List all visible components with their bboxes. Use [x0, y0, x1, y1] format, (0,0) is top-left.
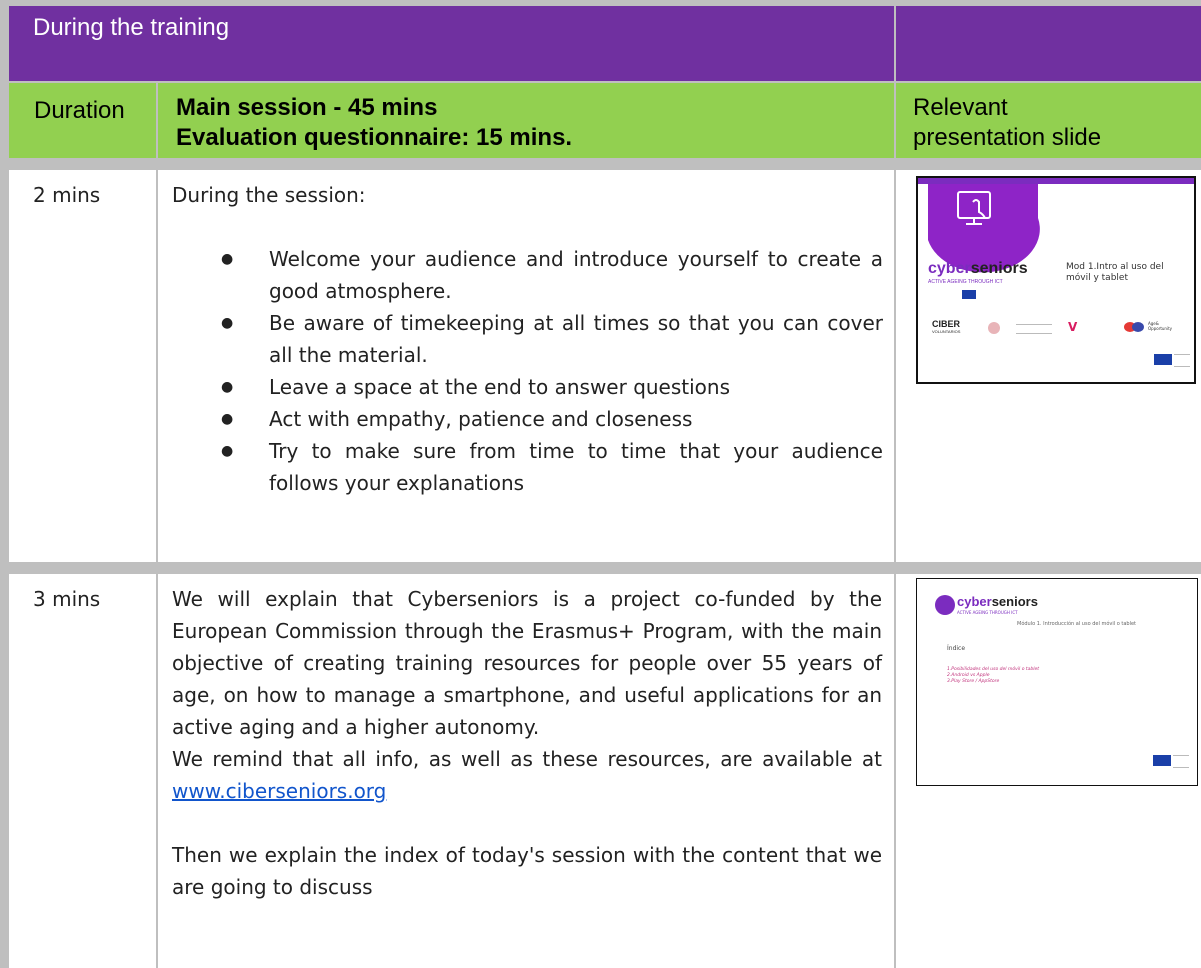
row-content: During the session: Welcome your audienc…: [158, 172, 894, 562]
partner-logo-icon: [988, 322, 1000, 334]
slide-2-index-title: Índice: [947, 645, 966, 652]
slide-thumbnail-2: cyberseniors ACTIVE AGEING THROUGH ICT M…: [916, 578, 1198, 786]
partner-logo-icon: [1132, 322, 1144, 332]
slide-2-tagline: ACTIVE AGEING THROUGH ICT: [957, 610, 1018, 615]
relevant-slide-header: Relevant presentation slide: [896, 83, 1201, 158]
slide-2-logo: cyberseniors: [957, 595, 1038, 609]
row-time: 3 mins: [33, 587, 101, 611]
slide-1-title-line: Mod 1.Intro al uso del: [1066, 262, 1164, 272]
eu-flag-caption: [1174, 354, 1190, 367]
website-link[interactable]: www.ciberseniors.org: [172, 779, 386, 803]
eu-flag-icon: [962, 290, 976, 299]
project-description: We will explain that Cyberseniors is a p…: [172, 587, 882, 739]
slide-1-partner-ciber: CIBER VOLUNTARIOS: [932, 319, 961, 335]
slide-1-tagline: ACTIVE AGEING THROUGH ICT: [928, 279, 1003, 285]
row-intro: During the session:: [172, 183, 366, 207]
eu-flag-icon: [1153, 755, 1171, 766]
evaluation-line: Evaluation questionnaire: 15 mins.: [176, 124, 573, 151]
partner-ciber-sub: VOLUNTARIOS: [932, 329, 961, 334]
list-item: 3.Play Store / AppStore: [947, 679, 1000, 684]
slide-1-title-line: móvil y tablet: [1066, 273, 1128, 283]
slide-1-title: Mod 1.Intro al uso del móvil y tablet: [1066, 262, 1164, 284]
relevant-line: Relevant: [913, 94, 1008, 121]
slide-2-logo-icon: [935, 595, 955, 615]
resources-paragraph: We remind that all info, as well as thes…: [172, 743, 882, 807]
main-session-header: Main session - 45 mins Evaluation questi…: [158, 83, 894, 158]
table-title: During the training: [9, 6, 894, 81]
presentation-slide-line: presentation slide: [913, 124, 1102, 151]
slide-1-partner-age: Age& Opportunity: [1148, 321, 1172, 331]
resources-text: We remind that all info, as well as thes…: [172, 747, 882, 771]
slide-2-index-list: 1.Posibilidades del uso del móvil o tabl…: [947, 667, 1039, 685]
logo-part-seniors: seniors: [970, 260, 1028, 277]
list-item: Try to make sure from time to time that …: [221, 435, 883, 499]
row-time: 2 mins: [33, 183, 101, 207]
partner-age-sub: Opportunity: [1148, 326, 1173, 331]
main-session-line: Main session - 45 mins: [176, 94, 438, 121]
slide-1-logo: cyberseniors: [928, 260, 1028, 278]
row-content: We will explain that Cyberseniors is a p…: [158, 576, 894, 968]
index-paragraph: Then we explain the index of today's ses…: [172, 843, 882, 899]
duration-header: Duration: [9, 83, 156, 158]
partner-logo-icon: [1016, 324, 1052, 334]
list-item: Be aware of timekeeping at all times so …: [221, 307, 883, 371]
logo-part-cyber: cyber: [928, 260, 971, 277]
logo-part-seniors: seniors: [991, 594, 1038, 609]
guidelines-list: Welcome your audience and introduce your…: [221, 243, 883, 499]
eu-flag-caption: [1173, 755, 1189, 768]
list-item: Welcome your audience and introduce your…: [221, 243, 883, 307]
partner-logo-icon: V: [1068, 320, 1078, 334]
slide-thumbnail-1: cyberseniors ACTIVE AGEING THROUGH ICT M…: [916, 176, 1196, 384]
list-item: Leave a space at the end to answer quest…: [221, 371, 883, 403]
list-item: Act with empathy, patience and closeness: [221, 403, 883, 435]
eu-flag-icon: [1154, 354, 1172, 365]
training-table: During the training Duration Main sessio…: [0, 0, 1201, 968]
logo-part-cyber: cyber: [957, 594, 992, 609]
slide-2-subtitle: Módulo 1. Introducción al uso del móvil …: [1017, 621, 1136, 627]
partner-ciber-label: CIBER: [932, 319, 961, 329]
table-title-right-cell: [896, 6, 1201, 81]
